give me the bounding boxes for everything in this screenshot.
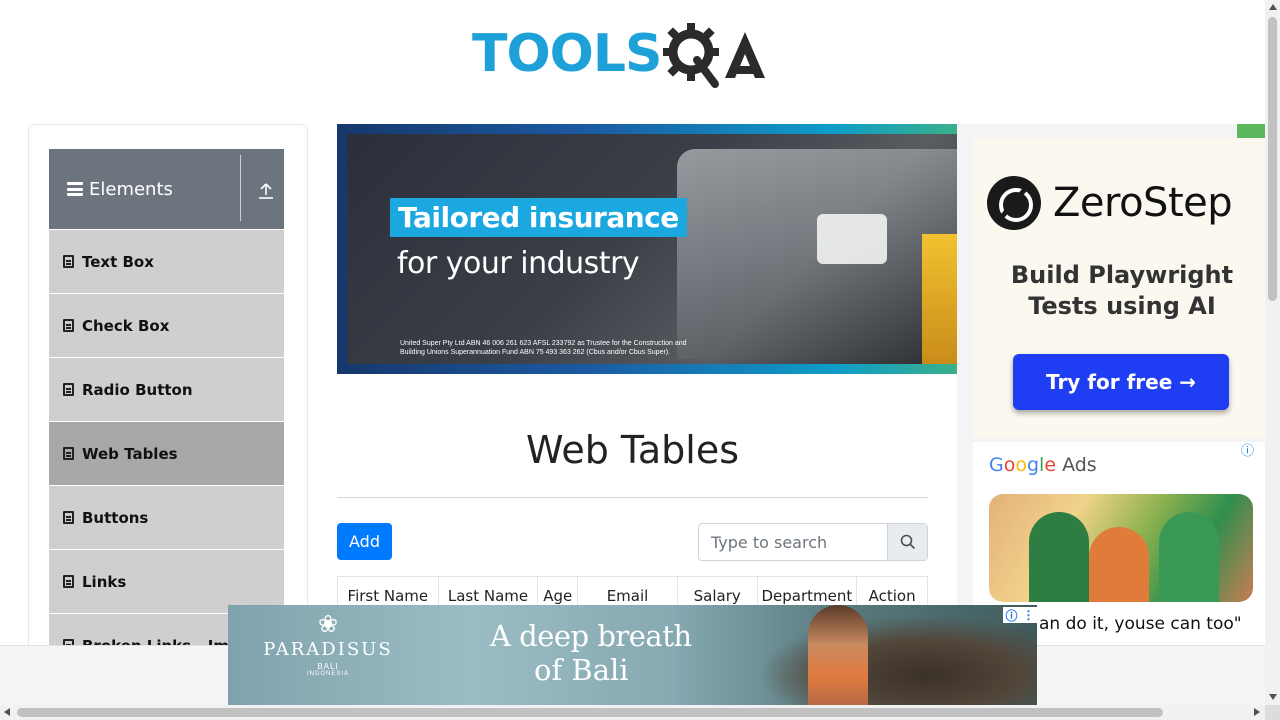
ad-photo bbox=[989, 494, 1253, 602]
paradisus-logo: ❀ PARADISUS BALI INDONESIA bbox=[258, 611, 398, 677]
scrollbar-corner bbox=[1265, 705, 1280, 720]
zerostep-tagline: Build Playwright Tests using AI bbox=[1010, 261, 1234, 320]
sidebar-item-label: Buttons bbox=[82, 508, 149, 527]
sidebar-item-web-tables[interactable]: Web Tables bbox=[49, 421, 284, 485]
sidebar-item-label: Radio Button bbox=[82, 380, 193, 399]
lotus-icon: ❀ bbox=[317, 611, 339, 638]
sidebar-item-label: Links bbox=[82, 572, 127, 591]
ad-person bbox=[1089, 527, 1149, 602]
banner-subline: for your industry bbox=[397, 246, 640, 281]
truck-window bbox=[817, 214, 887, 264]
paradisus-sub: BALI bbox=[317, 662, 339, 671]
search-input[interactable] bbox=[699, 524, 887, 560]
logo-text: TOOLS bbox=[472, 24, 662, 84]
list-icon bbox=[63, 383, 74, 396]
horizontal-scroll-thumb[interactable] bbox=[17, 708, 1163, 717]
sidebar-item-check-box[interactable]: Check Box bbox=[49, 293, 284, 357]
list-icon bbox=[63, 575, 74, 588]
ad-person-image bbox=[808, 605, 868, 705]
group-title: Elements bbox=[89, 178, 173, 200]
sidebar-item-buttons[interactable]: Buttons bbox=[49, 485, 284, 549]
zerostep-mark-icon bbox=[987, 176, 1041, 230]
header-divider bbox=[240, 155, 241, 221]
vertical-scroll-thumb[interactable] bbox=[1268, 17, 1277, 301]
banner-headline: Tailored insurance bbox=[390, 198, 687, 237]
worker-image bbox=[922, 234, 957, 364]
page-title: Web Tables bbox=[526, 428, 739, 472]
scroll-up-arrow-icon[interactable] bbox=[1269, 4, 1277, 10]
banner-fine-print: United Super Pty Ltd ABN 46 006 261 623 … bbox=[400, 340, 687, 356]
ad-green-strip bbox=[1237, 124, 1265, 138]
search-box bbox=[698, 523, 928, 561]
toolsqa-logo[interactable]: TOOLS bbox=[472, 14, 798, 94]
page: TOOLS Elements Text Box Check Box Radio … bbox=[0, 0, 1280, 720]
sidebar-item-label: Web Tables bbox=[82, 444, 178, 463]
search-icon bbox=[900, 534, 915, 550]
scroll-left-arrow-icon[interactable] bbox=[4, 708, 10, 716]
try-for-free-button[interactable]: Try for free → bbox=[1013, 354, 1229, 410]
adchoices-icon[interactable]: ⓘ ⋮ bbox=[1003, 607, 1037, 623]
paradisus-sub2: INDONESIA bbox=[306, 671, 349, 677]
gear-icon bbox=[663, 23, 720, 88]
upload-icon[interactable] bbox=[258, 182, 274, 200]
ad-person bbox=[1159, 512, 1219, 602]
hamburger-icon bbox=[67, 182, 83, 196]
elements-group-header[interactable]: Elements bbox=[49, 149, 284, 229]
ad-caption: an do it, youse can too" bbox=[1039, 614, 1242, 634]
sidebar-item-text-box[interactable]: Text Box bbox=[49, 229, 284, 293]
vertical-scrollbar[interactable] bbox=[1265, 0, 1280, 720]
zerostep-logo: ZeroStep bbox=[987, 176, 1233, 230]
logo-a-mark bbox=[725, 32, 766, 78]
search-button[interactable] bbox=[887, 524, 927, 560]
add-button[interactable]: Add bbox=[337, 523, 392, 560]
ad-rock-image bbox=[758, 615, 1037, 705]
horizontal-scrollbar[interactable] bbox=[0, 705, 1265, 720]
banner-image: Tailored insurance for your industry Uni… bbox=[347, 134, 957, 364]
scroll-right-arrow-icon[interactable] bbox=[1254, 708, 1260, 716]
sidebar-item-label: Check Box bbox=[82, 316, 170, 335]
sidebar-item-links[interactable]: Links bbox=[49, 549, 284, 613]
adchoices-info-icon[interactable]: ⓘ bbox=[1241, 440, 1254, 459]
paradisus-brand: PARADISUS bbox=[263, 639, 393, 660]
scroll-down-arrow-icon[interactable] bbox=[1269, 694, 1277, 700]
zerostep-brand: ZeroStep bbox=[1053, 180, 1233, 226]
ad-person bbox=[1029, 512, 1089, 602]
list-icon bbox=[63, 255, 74, 268]
ad-headline-line1: A deep breath bbox=[490, 619, 692, 653]
right-ad[interactable]: ZeroStep Build Playwright Tests using AI… bbox=[957, 124, 1273, 654]
insurance-banner-ad[interactable]: Tailored insurance for your industry Uni… bbox=[337, 124, 957, 374]
sidebar-item-label: Text Box bbox=[82, 252, 154, 271]
google-ads-label: Google Ads bbox=[989, 454, 1097, 476]
list-icon bbox=[63, 319, 74, 332]
sidebar-item-radio-button[interactable]: Radio Button bbox=[49, 357, 284, 421]
title-divider bbox=[337, 497, 928, 498]
list-icon bbox=[63, 511, 74, 524]
list-icon bbox=[63, 447, 74, 460]
ad-headline-line2: of Bali bbox=[534, 653, 629, 687]
paradisus-bottom-ad[interactable]: ❀ PARADISUS BALI INDONESIA A deep breath… bbox=[228, 605, 1037, 705]
